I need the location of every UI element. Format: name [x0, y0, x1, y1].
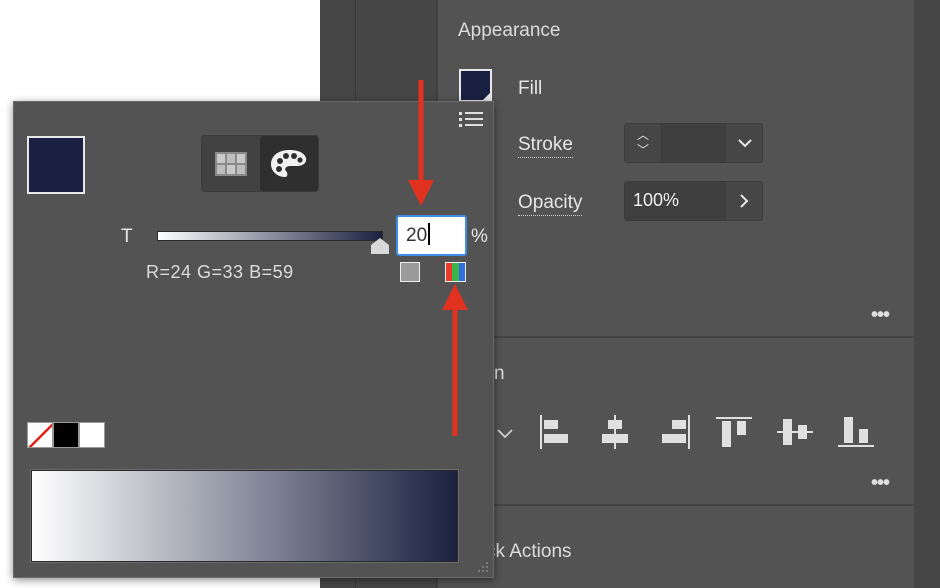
fill-swatch[interactable] [459, 69, 492, 102]
align-title: n [494, 363, 505, 384]
opacity-control: 100% [624, 181, 763, 221]
stroke-weight-input[interactable] [662, 124, 726, 162]
rgb-readout: R=24 G=33 B=59 [146, 262, 294, 282]
stroke-weight-control: ︿ ﹀ [624, 123, 763, 163]
align-right-icon[interactable] [658, 415, 692, 449]
appearance-more-button[interactable]: ••• [871, 304, 890, 327]
none-slash-icon [28, 423, 52, 447]
stroke-stepper[interactable]: ︿ ﹀ [625, 124, 662, 162]
text-caret [428, 223, 430, 245]
current-color-swatch[interactable] [27, 136, 85, 194]
swatches-mode-button[interactable] [202, 136, 260, 191]
fill-label: Fill [518, 78, 543, 99]
opacity-label[interactable]: Opacity [518, 192, 583, 216]
tint-slider-track[interactable] [157, 231, 383, 241]
opacity-expand-button[interactable] [726, 182, 763, 220]
opacity-input[interactable]: 100% [625, 182, 726, 220]
none-color-swatch[interactable] [27, 422, 53, 448]
align-vertical-center-icon[interactable] [777, 415, 813, 449]
chevron-down-icon [737, 138, 752, 147]
tint-spectrum[interactable] [30, 469, 459, 563]
properties-panel [438, 0, 914, 588]
align-top-icon[interactable] [716, 415, 752, 449]
section-divider [438, 336, 914, 338]
stroke-dropdown-button[interactable] [726, 124, 763, 162]
resize-grip-icon[interactable] [475, 559, 489, 573]
black-color-swatch[interactable] [53, 422, 79, 448]
align-left-icon[interactable] [538, 415, 572, 449]
percent-sign: % [471, 226, 488, 247]
stroke-label[interactable]: Stroke [518, 134, 573, 158]
align-more-button[interactable]: ••• [871, 472, 890, 495]
chevron-right-icon [740, 194, 749, 208]
tint-value-text: 20 [406, 225, 428, 246]
tint-label: T [121, 226, 133, 247]
color-mixer-mode-button[interactable] [260, 136, 318, 191]
rgb-mode-icon[interactable] [445, 262, 466, 282]
white-color-swatch[interactable] [79, 422, 105, 448]
tint-slider-thumb[interactable] [371, 238, 389, 254]
panel-menu-icon[interactable] [459, 110, 483, 130]
panel-scroll-edge[interactable] [914, 0, 940, 588]
color-palette-icon [271, 149, 307, 177]
chevron-down-icon[interactable]: ﹀ [637, 143, 649, 158]
section-divider [438, 504, 914, 506]
quick-actions-title: ck Actions [486, 541, 572, 562]
grayscale-mode-icon[interactable] [400, 262, 420, 282]
swatches-icon [215, 151, 247, 176]
chevron-up-icon[interactable]: ︿ [637, 128, 649, 143]
align-horizontal-center-icon[interactable] [598, 415, 632, 449]
color-mode-toggle [201, 135, 319, 192]
appearance-title: Appearance [458, 20, 561, 41]
color-picker-popup: T 20 % R=24 G=33 B=59 [13, 101, 494, 578]
chevron-down-icon[interactable] [496, 428, 514, 440]
tint-value-input[interactable]: 20 [396, 215, 467, 256]
align-bottom-icon[interactable] [838, 415, 874, 449]
